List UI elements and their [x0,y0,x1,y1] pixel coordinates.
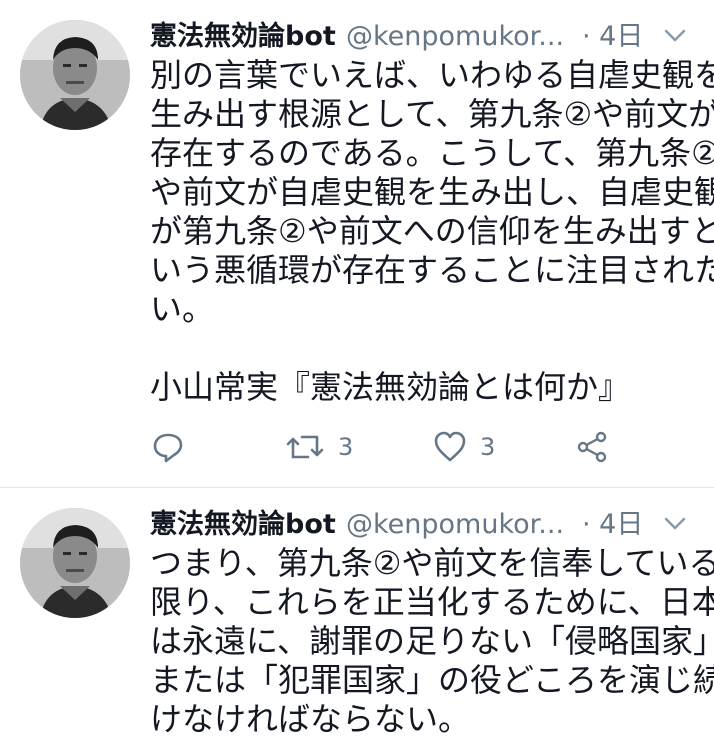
tweet-text-line: つまり、第九条②や前文を信奉している [150,544,714,582]
display-name[interactable]: 憲法無効論bot [150,502,336,548]
like-count: 3 [480,433,496,461]
reply-button[interactable] [150,427,186,467]
timestamp[interactable]: · 4日 [582,502,643,548]
tweet-text-line: が第九条②や前文への信仰を生み出すと [150,212,714,250]
tweet-text-line: 小山常実『憲法無効論とは何か』 [150,368,631,406]
chevron-down-icon[interactable] [663,514,687,534]
reply-icon [150,429,186,465]
tweet-actions: 3 3 [150,427,630,467]
tweet[interactable]: 憲法無効論bot @kenpomukor... · 4日 つまり、第九条②や前文… [0,488,714,750]
avatar[interactable] [20,20,130,130]
tweet-text-line: 存在するのである。こうして、第九条② [150,134,714,172]
tweet-text-line: は永遠に、謝罪の足りない「侵略国家」 [150,622,714,660]
tweet-header: 憲法無効論bot @kenpomukor... · 4日 [150,14,695,60]
tweet-text-line: けなければならない。 [150,700,471,738]
tweet-text-line: 別の言葉でいえば、いわゆる自虐史観を [150,56,714,94]
heart-icon [432,429,468,465]
retweet-count: 3 [338,433,354,461]
retweet-icon [284,429,326,465]
share-icon [574,429,610,465]
tweet-text: つまり、第九条②や前文を信奉している 限り、これらを正当化するために、日本 は永… [150,544,714,739]
chevron-down-icon[interactable] [663,26,687,46]
user-handle[interactable]: @kenpomukor... [346,14,564,60]
tweet[interactable]: 憲法無効論bot @kenpomukor... · 4日 別の言葉でいえば、いわ… [0,0,714,488]
tweet-text-line: 生み出す根源として、第九条②や前文が [150,95,714,133]
like-button[interactable]: 3 [432,427,495,467]
tweet-text-line: い。 [150,290,215,328]
tweet-header: 憲法無効論bot @kenpomukor... · 4日 [150,502,695,548]
tweet-text-line: または「犯罪国家」の役どころを演じ続 [150,661,714,699]
tweet-text: 別の言葉でいえば、いわゆる自虐史観を 生み出す根源として、第九条②や前文が 存在… [150,56,714,407]
user-handle[interactable]: @kenpomukor... [346,502,564,548]
tweet-text-line: いう悪循環が存在することに注目された [150,251,714,289]
tweet-text-line: や前文が自虐史観を生み出し、自虐史観 [150,173,714,211]
timestamp[interactable]: · 4日 [582,14,643,60]
retweet-button[interactable]: 3 [284,427,353,467]
avatar[interactable] [20,508,130,618]
tweet-text-line: 限り、これらを正当化するために、日本 [150,583,714,621]
share-button[interactable] [574,427,610,467]
display-name[interactable]: 憲法無効論bot [150,14,336,60]
